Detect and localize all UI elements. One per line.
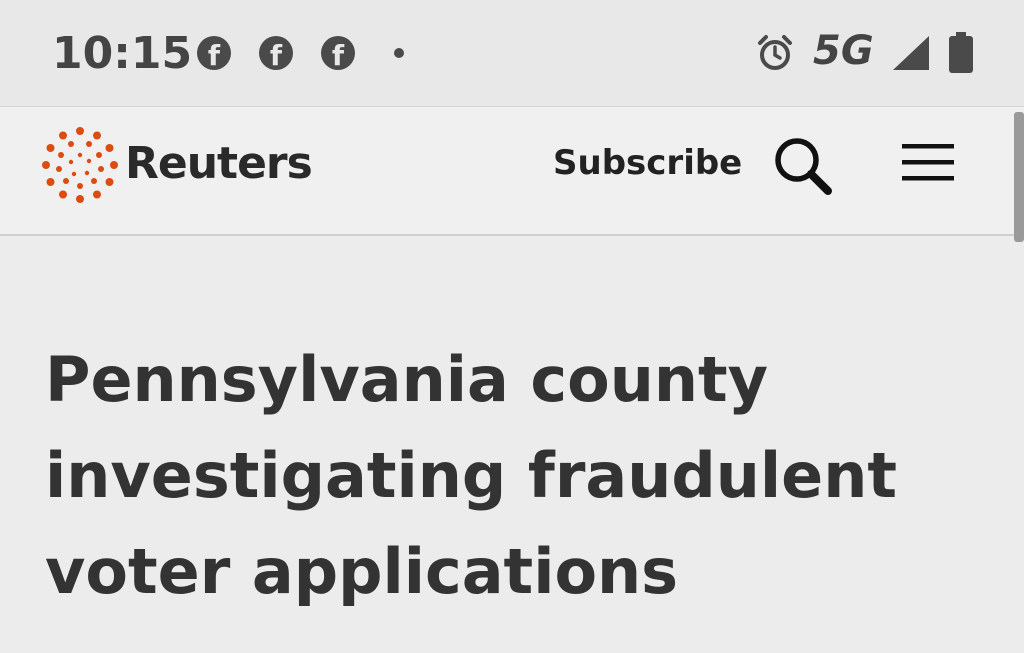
facebook-icon: f: [197, 36, 231, 70]
search-icon[interactable]: [772, 135, 834, 197]
alarm-icon: [758, 35, 792, 70]
subscribe-button[interactable]: Subscribe: [553, 143, 742, 183]
facebook-icon: f: [321, 36, 355, 70]
facebook-icon: f: [259, 36, 293, 70]
battery-icon: [949, 32, 973, 73]
menu-icon[interactable]: [902, 141, 954, 183]
status-bar: 10:15 f f f 5G: [0, 0, 1024, 106]
reuters-logo-icon[interactable]: [42, 127, 118, 203]
scrollbar-thumb[interactable]: [1014, 112, 1024, 242]
more-notifications-dot: [394, 48, 404, 58]
article-headline: Pennsylvania county investigating fraudu…: [45, 343, 897, 608]
status-time: 10:15: [52, 28, 193, 79]
brand-name[interactable]: Reuters: [125, 138, 313, 189]
network-type-label: 5G: [813, 28, 874, 74]
signal-icon: [893, 36, 929, 70]
site-header: Reuters Subscribe: [0, 106, 1024, 236]
